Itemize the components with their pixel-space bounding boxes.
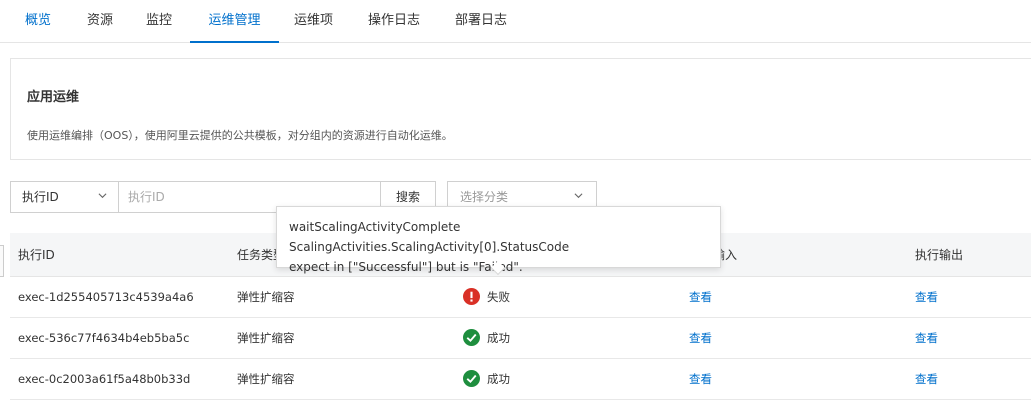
table-row: exec-536c77f4634b4eb5ba5c 弹性扩缩容 成功 查看 查看 bbox=[10, 318, 1031, 359]
task-type-cell: 弹性扩缩容 bbox=[237, 372, 295, 386]
exec-id-cell: exec-0c2003a61f5a48b0b33d bbox=[18, 372, 191, 386]
tab-resources[interactable]: 资源 bbox=[87, 0, 113, 43]
card-description: 使用运维编排（OOS），使用阿里云提供的公共模板，对分组内的资源进行自动化运维。 bbox=[27, 129, 453, 142]
tooltip-line-1: waitScalingActivityComplete ScalingActiv… bbox=[289, 220, 570, 254]
status-text: 成功 bbox=[487, 372, 510, 386]
card-title: 应用运维 bbox=[27, 90, 80, 105]
category-placeholder: 选择分类 bbox=[460, 190, 509, 204]
view-output-link[interactable]: 查看 bbox=[915, 277, 938, 317]
view-input-link[interactable]: 查看 bbox=[689, 318, 712, 358]
tab-ops-management[interactable]: 运维管理 bbox=[190, 0, 279, 43]
chevron-down-icon bbox=[98, 193, 107, 199]
task-type-cell: 弹性扩缩容 bbox=[237, 290, 295, 304]
status-text: 失败 bbox=[487, 290, 510, 304]
view-input-link[interactable]: 查看 bbox=[689, 359, 712, 399]
error-tooltip: waitScalingActivityComplete ScalingActiv… bbox=[276, 206, 721, 276]
header-exec-id: 执行ID bbox=[18, 248, 55, 262]
table-row: exec-1d255405713c4539a4a6 弹性扩缩容 失败 查看 查看 bbox=[10, 277, 1031, 318]
search-field-select-value: 执行ID bbox=[22, 190, 59, 204]
tab-deploy-log[interactable]: 部署日志 bbox=[455, 0, 507, 43]
table-row: exec-0c2003a61f5a48b0b33d 弹性扩缩容 成功 查看 查看 bbox=[10, 359, 1031, 400]
chevron-down-icon bbox=[574, 193, 583, 199]
search-placeholder: 执行ID bbox=[128, 190, 165, 204]
tab-bar: 概览 资源 监控 运维管理 运维项 操作日志 部署日志 bbox=[0, 0, 1031, 43]
view-input-link[interactable]: 查看 bbox=[689, 277, 712, 317]
header-exec-output: 执行输出 bbox=[915, 248, 964, 262]
tab-ops-items[interactable]: 运维项 bbox=[294, 0, 333, 43]
status-text: 成功 bbox=[487, 331, 510, 345]
tab-monitoring[interactable]: 监控 bbox=[146, 0, 172, 43]
search-field-select[interactable]: 执行ID bbox=[10, 181, 119, 213]
tab-overview[interactable]: 概览 bbox=[25, 0, 51, 43]
view-output-link[interactable]: 查看 bbox=[915, 318, 938, 358]
success-icon bbox=[463, 329, 480, 346]
exec-id-cell: exec-536c77f4634b4eb5ba5c bbox=[18, 331, 190, 345]
exec-id-cell: exec-1d255405713c4539a4a6 bbox=[18, 290, 194, 304]
success-icon bbox=[463, 370, 480, 387]
side-handle[interactable] bbox=[0, 245, 4, 277]
tab-operation-log[interactable]: 操作日志 bbox=[368, 0, 420, 43]
view-output-link[interactable]: 查看 bbox=[915, 359, 938, 399]
error-icon bbox=[463, 288, 480, 305]
task-type-cell: 弹性扩缩容 bbox=[237, 331, 295, 345]
app-ops-card: 应用运维 使用运维编排（OOS），使用阿里云提供的公共模板，对分组内的资源进行自… bbox=[10, 58, 1031, 160]
